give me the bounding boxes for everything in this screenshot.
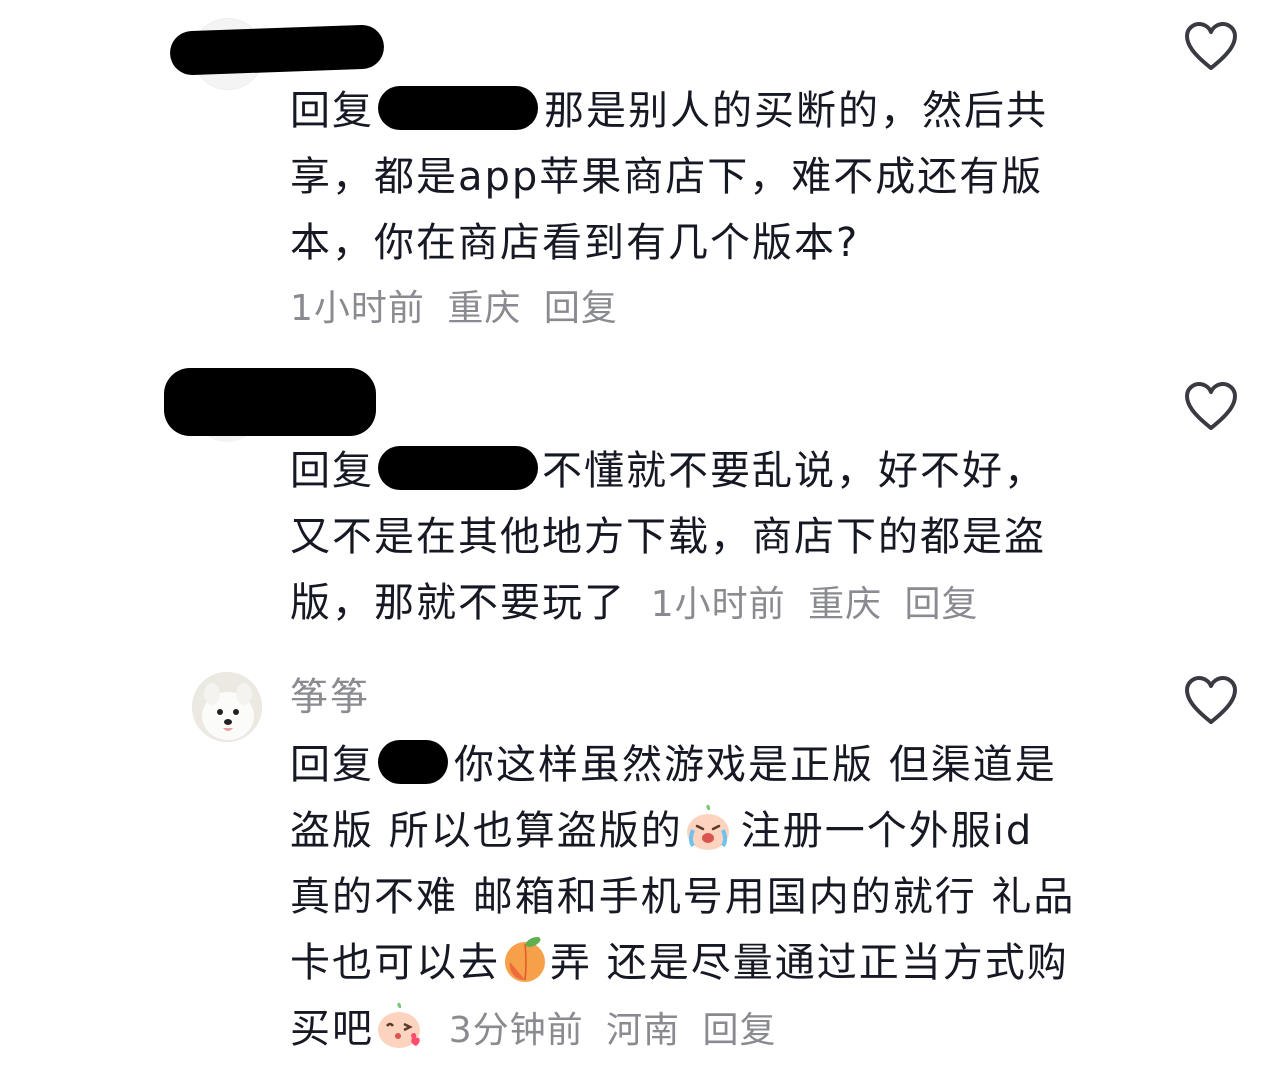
- redacted-username: [169, 24, 385, 76]
- comment-text: 回复 不懂就不要乱说，好不好， 又不是在其他地方下载，商店下的都是盗 版，那就不要…: [290, 438, 1100, 638]
- comment-line: 回复 不懂就不要乱说，好不好，: [290, 438, 1100, 504]
- comment-meta: 1小时前 重庆 回复: [651, 584, 989, 625]
- comment-text-line: 那是别人的买断的，然后共: [544, 88, 1048, 134]
- like-button[interactable]: [1184, 676, 1238, 726]
- comment-text: 回复 你这样虽然游戏是正版 但渠道是 盗版 所以也算盗版的 注册一个外服id 真的…: [290, 732, 1130, 1064]
- comment-line: 本，你在商店看到有几个版本?: [290, 220, 860, 266]
- comment-text: 回复 那是别人的买断的，然后共 享，都是app苹果商店下，难不成还有版 本，你在商…: [290, 78, 1100, 342]
- comment-text-line: 卡也可以去: [290, 940, 500, 986]
- redacted-username: [164, 368, 376, 436]
- comment-line: 盗版 所以也算盗版的 注册一个外服id: [290, 798, 1130, 864]
- comment-line: 又不是在其他地方下载，商店下的都是盗: [290, 514, 1046, 560]
- comment-text-line: 买吧: [290, 1006, 374, 1052]
- redacted-mention: [378, 740, 448, 784]
- comment-line: 享，都是app苹果商店下，难不成还有版: [290, 154, 1044, 200]
- peach-emoji: [500, 934, 550, 984]
- comment-line: 回复 你这样虽然游戏是正版 但渠道是: [290, 732, 1130, 798]
- timestamp: 3分钟前: [448, 1010, 584, 1051]
- crying-face-emoji: [683, 802, 733, 852]
- comment-text-line: 版，那就不要玩了: [290, 580, 626, 626]
- location: 河南: [606, 1010, 681, 1051]
- like-button[interactable]: [1184, 22, 1238, 72]
- comment-line: 买吧 3分钟前 河南 回复: [290, 996, 1130, 1064]
- comment-meta: 1小时前 重庆 回复: [290, 276, 1100, 342]
- comment-line: 回复 那是别人的买断的，然后共: [290, 78, 1100, 144]
- reply-button[interactable]: 回复: [905, 584, 979, 625]
- reply-prefix: 回复: [290, 88, 374, 134]
- timestamp: 1小时前: [290, 288, 425, 329]
- reply-button[interactable]: 回复: [544, 288, 618, 329]
- reply-button[interactable]: 回复: [703, 1010, 777, 1051]
- comment-line: 版，那就不要玩了 1小时前 重庆 回复: [290, 570, 1100, 638]
- comment-text-line: 盗版 所以也算盗版的: [290, 808, 683, 854]
- username[interactable]: 筝筝: [290, 674, 370, 720]
- comment-text-line: 弄 还是尽量通过正当方式购: [550, 940, 1069, 986]
- comment-line: 真的不难 邮箱和手机号用国内的就行 礼品: [290, 874, 1076, 920]
- timestamp: 1小时前: [650, 584, 786, 625]
- heart-outline-icon: [1185, 22, 1237, 70]
- like-button[interactable]: [1184, 382, 1238, 432]
- redacted-mention: [378, 86, 538, 130]
- reply-prefix: 回复: [290, 742, 374, 788]
- reply-prefix: 回复: [290, 448, 374, 494]
- avatar[interactable]: [192, 672, 262, 742]
- comment-text-line: 你这样虽然游戏是正版 但渠道是: [454, 742, 1057, 788]
- comment-text-line: 注册一个外服id: [740, 808, 1034, 854]
- location: 重庆: [447, 288, 522, 329]
- redacted-mention: [378, 446, 538, 490]
- dog-avatar-image: [192, 672, 262, 742]
- comment-text-line: 不懂就不要乱说，好不好，: [542, 448, 1046, 494]
- heart-outline-icon: [1185, 382, 1237, 430]
- comment-line: 卡也可以去 弄 还是尽量通过正当方式购: [290, 930, 1130, 996]
- heart-outline-icon: [1185, 676, 1237, 724]
- kiss-face-emoji: [374, 1000, 424, 1050]
- location: 重庆: [808, 584, 883, 625]
- comment-meta: 3分钟前 河南 回复: [449, 1010, 787, 1051]
